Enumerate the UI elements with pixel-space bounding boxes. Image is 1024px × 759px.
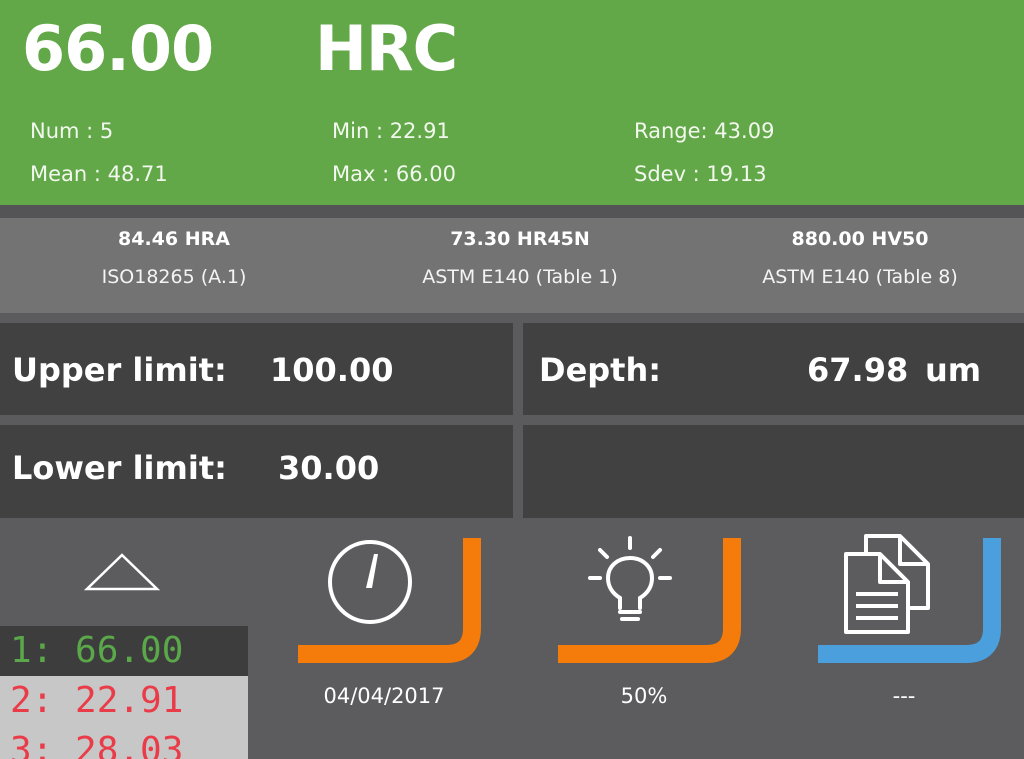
upper-limit-field[interactable]: Upper limit: 100.00	[0, 323, 513, 415]
stat-sdev: Sdev : 19.13	[634, 162, 767, 186]
stat-mean: Mean : 48.71	[30, 162, 168, 186]
date-caption: 04/04/2017	[323, 684, 445, 708]
clock-icon	[298, 538, 481, 663]
conversion-hr45n: 73.30 HR45N ASTM E140 (Table 1)	[350, 228, 690, 288]
reading-row-3[interactable]: 3: 28.03	[0, 726, 248, 759]
upper-limit-label: Upper limit:	[12, 351, 227, 389]
lower-limit-label: Lower limit:	[12, 449, 227, 487]
hardness-value: 66.00	[22, 12, 214, 85]
light-tile[interactable]: 50%	[556, 532, 742, 722]
depth-value: 67.98	[807, 351, 909, 389]
stat-num: Num : 5	[30, 119, 114, 143]
stat-range: Range: 43.09	[634, 119, 775, 143]
conversion-standard: ASTM E140 (Table 1)	[422, 266, 618, 288]
documents-tile[interactable]: ---	[816, 532, 1002, 722]
conversion-value: 73.30 HR45N	[450, 228, 590, 250]
conversion-standard: ASTM E140 (Table 8)	[762, 266, 958, 288]
triangle-up-icon	[83, 553, 161, 591]
scroll-up-button[interactable]	[83, 552, 161, 592]
documents-caption: ---	[892, 684, 916, 708]
lower-limit-field[interactable]: Lower limit: 30.00	[0, 425, 513, 518]
conversion-value: 84.46 HRA	[118, 228, 230, 250]
reading-row-1[interactable]: 1: 66.00	[0, 626, 248, 676]
depth-label: Depth:	[539, 351, 662, 389]
conversion-standard: ISO18265 (A.1)	[101, 266, 247, 288]
conversion-hv50: 880.00 HV50 ASTM E140 (Table 8)	[690, 228, 1024, 288]
stat-max: Max : 66.00	[332, 162, 456, 186]
measurement-header: 66.00 HRC Num : 5 Mean : 48.71 Min : 22.…	[0, 0, 1024, 205]
conversion-value: 880.00 HV50	[791, 228, 929, 250]
section-divider	[0, 205, 1024, 218]
depth-field: Depth: 67.98 um	[523, 323, 1024, 415]
readings-list[interactable]: 1: 66.00 2: 22.91 3: 28.03	[0, 626, 248, 759]
depth-unit: um	[925, 351, 982, 389]
stat-min: Min : 22.91	[332, 119, 450, 143]
lightbulb-icon	[558, 536, 741, 663]
date-tile[interactable]: 04/04/2017	[296, 532, 482, 722]
conversion-hra: 84.46 HRA ISO18265 (A.1)	[4, 228, 344, 288]
documents-icon	[818, 534, 1001, 663]
conversion-panel: 84.46 HRA ISO18265 (A.1) 73.30 HR45N AST…	[0, 218, 1024, 313]
hardness-unit: HRC	[315, 12, 458, 85]
reading-row-2[interactable]: 2: 22.91	[0, 676, 248, 726]
lower-limit-value: 30.00	[278, 449, 380, 487]
empty-field	[523, 425, 1024, 518]
upper-limit-value: 100.00	[270, 351, 394, 389]
light-caption: 50%	[620, 684, 668, 708]
